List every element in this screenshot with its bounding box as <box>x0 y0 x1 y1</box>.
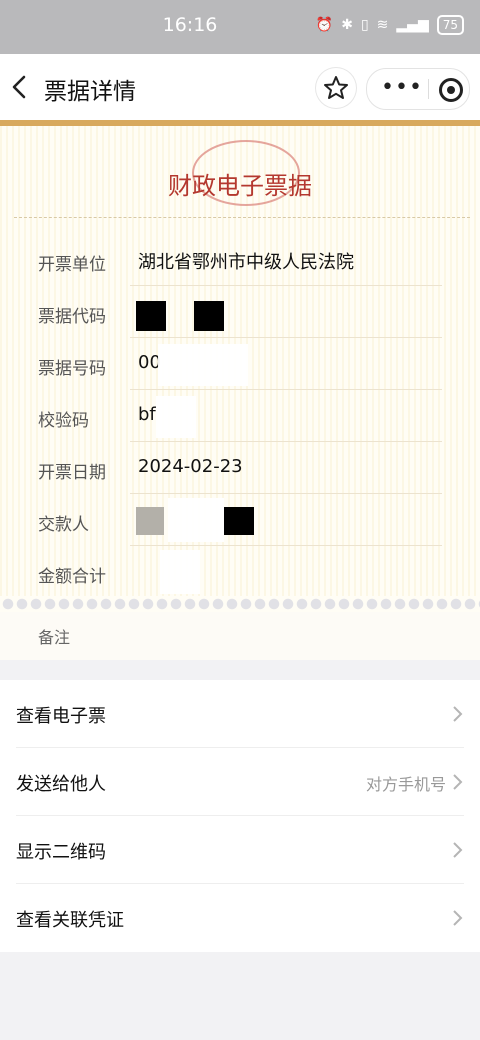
row-label: 票据号码 <box>38 359 106 379</box>
menu-item-label: 查看关联凭证 <box>16 910 124 931</box>
redaction-blur <box>160 550 200 594</box>
chevron-right-icon <box>453 706 463 722</box>
status-bar: 16:16 ⏰ ✱ ▯ ≋ ▂▄▆ 75 <box>0 0 480 54</box>
wifi-icon: ≋ <box>376 17 389 33</box>
mini-program-capsule: ••• <box>366 68 470 110</box>
menu-item-label: 发送给他人 <box>16 774 106 795</box>
redaction-blur <box>156 396 196 438</box>
row-value: 湖北省鄂州市中级人民法院 <box>138 252 354 273</box>
menu-item-related-voucher[interactable]: 查看关联凭证 <box>0 884 480 952</box>
close-target-icon[interactable] <box>439 78 463 102</box>
chevron-right-icon <box>453 774 463 790</box>
nav-bar: 票据详情 ••• <box>0 54 480 120</box>
menu-item-view-ticket[interactable]: 查看电子票 <box>0 680 480 748</box>
alarm-icon: ⏰ <box>315 17 334 33</box>
status-icons: ⏰ ✱ ▯ ≋ ▂▄▆ 75 <box>316 15 464 35</box>
redaction-block <box>136 301 166 331</box>
notes-label: 备注 <box>38 628 71 647</box>
row-label: 校验码 <box>38 411 89 431</box>
row-value: bf <box>138 404 156 425</box>
chevron-right-icon <box>453 842 463 858</box>
back-arrow-icon[interactable] <box>8 72 32 102</box>
notes-section: 备注 <box>0 612 480 660</box>
more-options-icon[interactable]: ••• <box>381 75 423 100</box>
favorite-button[interactable] <box>316 68 356 108</box>
receipt-row-amount: 金额合计 <box>0 546 480 598</box>
menu-item-send-to-others[interactable]: 发送给他人 对方手机号 <box>0 748 480 816</box>
menu-item-label: 显示二维码 <box>16 842 106 863</box>
redaction-blur <box>158 344 248 386</box>
page-title: 票据详情 <box>44 79 136 105</box>
receipt-row-code: 票据代码 <box>0 286 480 338</box>
receipt-title: 财政电子票据 <box>168 172 312 200</box>
receipt-row-date: 开票日期 2024-02-23 <box>0 442 480 494</box>
capsule-divider <box>428 79 429 99</box>
receipt-divider <box>14 217 470 218</box>
vibrate-icon: ▯ <box>360 17 369 33</box>
redaction-blur <box>168 498 224 542</box>
row-label: 交款人 <box>38 515 89 535</box>
row-value: 2024-02-23 <box>138 456 243 477</box>
bluetooth-icon: ✱ <box>341 17 353 33</box>
receipt-row-issuer: 开票单位 湖北省鄂州市中级人民法院 <box>0 234 480 286</box>
signal-icon: ▂▄▆ <box>396 17 429 33</box>
star-icon <box>324 76 348 99</box>
menu-item-hint: 对方手机号 <box>365 775 446 794</box>
chevron-right-icon <box>453 910 463 926</box>
row-label: 开票日期 <box>38 463 106 483</box>
battery-indicator: 75 <box>436 15 464 35</box>
menu-item-show-qrcode[interactable]: 显示二维码 <box>0 816 480 884</box>
row-label: 金额合计 <box>38 567 106 587</box>
menu-item-label: 查看电子票 <box>16 706 106 727</box>
receipt-scallop-edge <box>0 596 480 612</box>
redaction-block <box>194 301 224 331</box>
redaction-block <box>136 507 164 535</box>
receipt-row-checkcode: 校验码 bf <box>0 390 480 442</box>
row-label: 开票单位 <box>38 255 106 275</box>
receipt-card: 财政电子票据 开票单位 湖北省鄂州市中级人民法院 票据代码 票据号码 00 校验… <box>0 126 480 596</box>
row-label: 票据代码 <box>38 307 106 327</box>
action-menu: 查看电子票 发送给他人 对方手机号 显示二维码 查看关联凭证 <box>0 680 480 952</box>
redaction-block <box>224 507 254 535</box>
